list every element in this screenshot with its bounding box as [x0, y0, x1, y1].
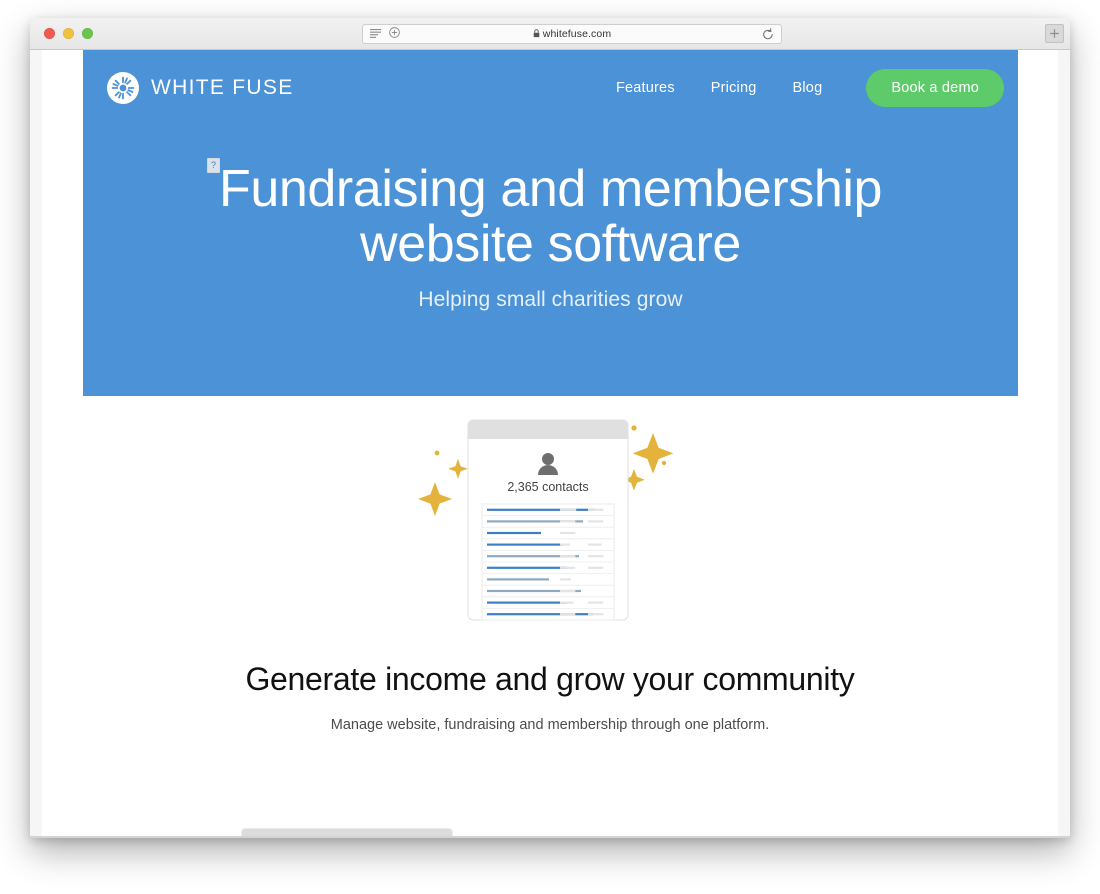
contacts-row-name-bar [487, 531, 541, 535]
hero-title: Fundraising and membership website softw… [83, 162, 1018, 271]
sparkle-group-left [418, 450, 468, 516]
contacts-row-name-bar [487, 543, 563, 546]
brand-logo[interactable]: WHITE FUSE [107, 72, 294, 104]
nav-link-pricing[interactable]: Pricing [711, 80, 757, 96]
contacts-row-name-bar [487, 578, 549, 581]
web-page: WHITE FUSE Features Pricing Blog Book a … [42, 50, 1058, 838]
contacts-table [481, 503, 615, 621]
hero-subtitle: Helping small charities grow [418, 288, 683, 312]
contacts-row-meta-bar [588, 613, 604, 616]
contacts-row-meta-bar [560, 578, 571, 581]
contacts-row-meta-bar [560, 601, 574, 604]
contacts-row-meta-bar [588, 508, 604, 511]
contacts-row-name-bar [487, 601, 567, 604]
contacts-row-meta-bar [560, 613, 576, 616]
contacts-card: 2,365 contacts [467, 419, 629, 621]
contacts-row-name-bar [487, 508, 595, 511]
reload-icon[interactable] [762, 28, 774, 46]
site-navbar: WHITE FUSE Features Pricing Blog Book a … [83, 50, 1018, 126]
contacts-row-meta-bar [560, 566, 576, 569]
primary-nav: Features Pricing Blog Book a demo [616, 69, 1004, 107]
section-one-title: Generate income and grow your community [245, 661, 855, 697]
section-one-header: Generate income and grow your community … [42, 639, 1058, 733]
new-tab-button[interactable] [1045, 24, 1064, 43]
contacts-row-meta-bar [560, 531, 576, 535]
contacts-illustration-wrapper: 2,365 contacts [42, 414, 1058, 639]
hero-copy: Fundraising and membership website softw… [83, 126, 1018, 312]
lock-icon [533, 28, 540, 41]
viewport-bottom-edge [30, 836, 1070, 838]
contacts-row-meta-bar [588, 566, 604, 569]
contacts-row-meta-bar [560, 508, 577, 511]
browser-viewport[interactable]: WHITE FUSE Features Pricing Blog Book a … [30, 50, 1070, 838]
contacts-row-meta-bar [560, 520, 576, 523]
contacts-row-meta-bar [588, 601, 604, 604]
contacts-row-meta-bar [588, 555, 604, 558]
contacts-row-name-bar [487, 566, 567, 569]
feature-row-website: Your logo [42, 733, 1058, 838]
browser-window: whitefuse.com WHITE FUSE Features Pricin… [30, 18, 1070, 838]
address-bar-url: whitefuse.com [363, 28, 781, 41]
section-one-subtitle: Manage website, fundraising and membersh… [330, 717, 770, 733]
broken-image-placeholder-icon: ? [207, 158, 220, 173]
starburst-logo-icon [107, 72, 139, 104]
sparkle-group-right [623, 425, 674, 491]
maximize-window-button[interactable] [82, 28, 93, 39]
screenshot-stage: whitefuse.com WHITE FUSE Features Pricin… [0, 0, 1100, 894]
hero-title-line-2: website software [360, 214, 741, 273]
plus-icon [1050, 29, 1059, 38]
hero-section: WHITE FUSE Features Pricing Blog Book a … [83, 50, 1018, 396]
contacts-row-name-bar [487, 613, 593, 616]
contacts-row-meta-bar [560, 589, 576, 593]
contacts-row-meta-bar [560, 555, 576, 558]
nav-link-features[interactable]: Features [616, 80, 675, 96]
nav-link-blog[interactable]: Blog [793, 80, 823, 96]
contacts-row-meta-bar [560, 543, 570, 546]
address-bar[interactable]: whitefuse.com [362, 24, 782, 44]
window-controls [44, 28, 93, 39]
hero-title-line-1: Fundraising and membership [218, 160, 883, 218]
contacts-count-label: 2,365 contacts [507, 480, 588, 494]
book-a-demo-button[interactable]: Book a demo [866, 69, 1004, 107]
minimize-window-button[interactable] [63, 28, 74, 39]
brand-name: WHITE FUSE [151, 76, 294, 99]
contacts-row-meta-bar [588, 543, 602, 546]
browser-chrome: whitefuse.com [30, 18, 1070, 50]
contacts-row-meta-bar [588, 520, 604, 523]
url-hostname: whitefuse.com [542, 27, 612, 40]
contacts-illustration: 2,365 contacts [410, 414, 690, 629]
close-window-button[interactable] [44, 28, 55, 39]
